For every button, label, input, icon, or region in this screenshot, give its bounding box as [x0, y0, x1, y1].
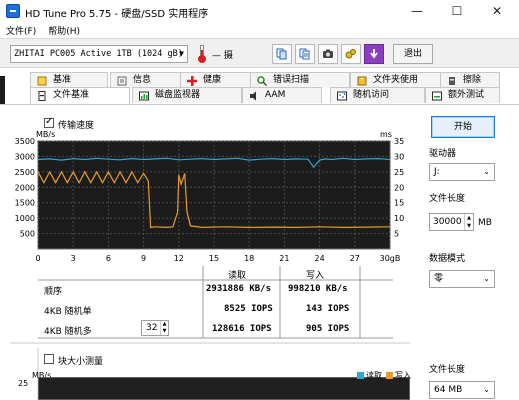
- chevron-down-icon: ⌄: [483, 274, 490, 283]
- file-length-unit: MB: [478, 218, 492, 228]
- data-pattern-select[interactable]: 零 ⌄: [429, 270, 495, 288]
- block-file-length-value: 64 MB: [434, 385, 463, 395]
- legend-write-swatch: [386, 372, 393, 379]
- drive-label: 驱动器: [429, 149, 457, 159]
- legend-write-label: 写入: [395, 371, 411, 380]
- file-length-label: 文件长度: [429, 194, 466, 204]
- block-size-chart: [38, 377, 410, 400]
- data-pattern-label: 数据模式: [429, 254, 466, 264]
- block-file-length-label: 文件长度: [429, 365, 466, 375]
- block-size-checkbox[interactable]: [44, 354, 54, 364]
- file-length-spinner[interactable]: 30000 ▲ ▼: [429, 213, 474, 231]
- legend-read-label: 读取: [366, 371, 382, 380]
- chevron-down-icon: ⌄: [483, 385, 490, 394]
- drive-letter-value: J:: [434, 167, 440, 177]
- block-file-length-select[interactable]: 64 MB ⌄: [429, 381, 495, 399]
- start-button[interactable]: 开始: [431, 116, 495, 138]
- legend-read-swatch: [357, 372, 364, 379]
- drive-letter-select[interactable]: J: ⌄: [429, 163, 495, 181]
- file-length-value: 30000: [433, 217, 462, 227]
- block-size-label: 块大小测量: [58, 357, 104, 367]
- block-chart-y-tick: 25: [18, 379, 29, 388]
- chevron-down-icon: ⌄: [483, 167, 490, 176]
- spinner-arrows-icon[interactable]: ▲ ▼: [464, 214, 473, 230]
- data-pattern-value: 零: [434, 274, 444, 284]
